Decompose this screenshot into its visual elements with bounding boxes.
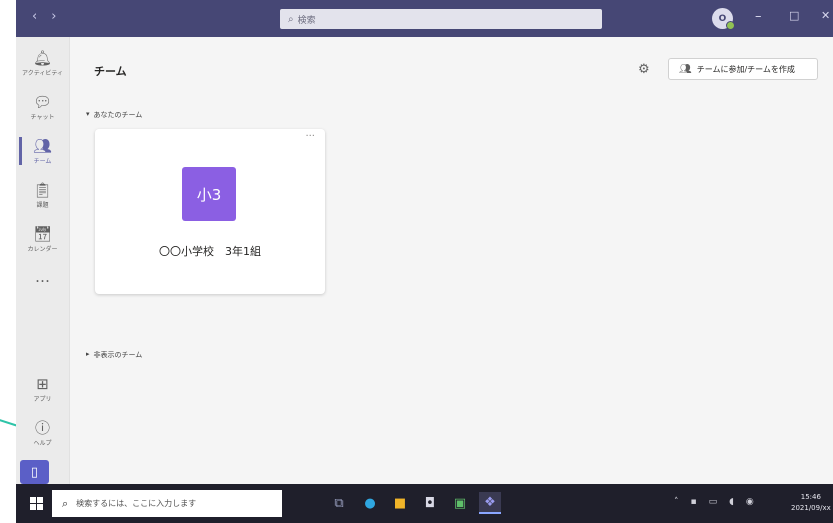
bell-icon: 🔔︎ <box>32 48 53 67</box>
apps-icon: ⊞ <box>36 374 49 393</box>
search-icon: ⌕ <box>288 13 294 25</box>
search-input[interactable]: ⌕ 検索 <box>280 9 602 29</box>
back-arrow-icon[interactable]: ‹ <box>32 9 37 24</box>
teams-app-icon[interactable]: ❖ <box>479 492 501 514</box>
windows-taskbar: ⌕ 検索するには、ここに入力します ⧉ ● ■ ◘ ▣ ❖ ˄ ▪ ▭ ◖ ◉ … <box>16 484 833 523</box>
rail-item-label: ヘルプ <box>33 439 52 447</box>
join-create-team-button[interactable]: 👥︎ チームに参加/チームを作成 <box>668 58 818 80</box>
hidden-teams-header[interactable]: ▸ 非表示のチーム <box>86 350 142 360</box>
rail-item-label: カレンダー <box>27 245 58 253</box>
rail-item-label: チャット <box>30 113 55 121</box>
rail-item-help[interactable]: ⓘ ヘルプ <box>16 411 69 455</box>
chevron-right-icon: ▸ <box>86 350 90 358</box>
rail-item-label: アプリ <box>33 395 52 403</box>
photos-icon[interactable]: ▣ <box>449 492 471 514</box>
task-view-icon[interactable]: ⧉ <box>328 492 350 514</box>
close-button[interactable]: ✕ <box>821 9 830 22</box>
taskbar-search-input[interactable]: ⌕ 検索するには、ここに入力します <box>52 490 282 517</box>
your-teams-header[interactable]: ▾ あなたのチーム <box>86 110 142 120</box>
rail-item-chat[interactable]: 💬︎ チャット <box>16 85 69 129</box>
rail-item-more[interactable]: … <box>16 255 69 299</box>
rail-item-label: チーム <box>33 157 52 165</box>
app-rail: 🔔︎ アクティビティ 💬︎ チャット 👥︎ チーム 📋︎ 課題 📅︎ カレンダー… <box>16 37 70 484</box>
rail-item-activity[interactable]: 🔔︎ アクティビティ <box>16 41 69 85</box>
rail-item-label: アクティビティ <box>22 69 63 77</box>
chat-icon: 💬︎ <box>32 92 53 111</box>
system-tray: ˄ ▪ ▭ ◖ ◉ <box>674 497 754 507</box>
notification-icon[interactable]: ◉ <box>746 497 754 507</box>
teams-icon: 👥︎ <box>32 136 53 155</box>
calendar-icon: 📅︎ <box>32 224 53 243</box>
forward-arrow-icon[interactable]: › <box>51 9 56 24</box>
join-team-icon: 👥︎ <box>679 63 692 75</box>
maximize-button[interactable]: □ <box>789 9 799 22</box>
volume-icon[interactable]: ◖ <box>729 497 734 507</box>
your-teams-label: あなたのチーム <box>93 111 143 119</box>
presence-status-icon <box>726 21 735 30</box>
more-options-icon[interactable]: ··· <box>305 131 315 142</box>
edge-browser-icon[interactable]: ● <box>359 492 381 514</box>
clock-time: 15:46 <box>800 493 821 501</box>
team-name: 〇〇小学校 3年1組 <box>159 245 261 258</box>
battery-icon[interactable]: ▭ <box>709 497 718 507</box>
chevron-up-icon[interactable]: ˄ <box>674 497 679 507</box>
join-create-team-label: チームに参加/チームを作成 <box>696 64 795 74</box>
avatar[interactable]: O <box>712 8 735 30</box>
team-tile-text: 小3 <box>196 185 222 204</box>
taskbar-search-placeholder: 検索するには、ここに入力します <box>76 499 197 508</box>
rail-item-assignments[interactable]: 📋︎ 課題 <box>16 173 69 217</box>
screen-margin <box>0 0 16 523</box>
help-icon: ⓘ <box>34 418 50 437</box>
assignments-icon: 📋︎ <box>32 180 53 199</box>
minimize-button[interactable]: – <box>755 9 762 24</box>
search-icon: ⌕ <box>62 496 69 510</box>
camera-icon[interactable]: ◘ <box>419 492 441 514</box>
phone-icon: ▯ <box>30 464 39 480</box>
network-icon[interactable]: ▪ <box>691 497 697 507</box>
mobile-device-button[interactable]: ▯ <box>20 460 49 484</box>
team-avatar-tile: 小3 <box>182 167 236 221</box>
avatar-initials: O <box>718 13 727 24</box>
title-bar: ‹ › ⌕ 検索 O – □ ✕ <box>16 0 833 37</box>
rail-item-apps[interactable]: ⊞ アプリ <box>16 367 69 411</box>
clock-date: 2021/09/xx <box>791 504 831 512</box>
hidden-teams-label: 非表示のチーム <box>93 351 143 359</box>
taskbar-clock[interactable]: 15:46 2021/09/xx <box>791 492 831 514</box>
main-content: チーム ⚙ 👥︎ チームに参加/チームを作成 ▾ あなたのチーム ··· 小3 … <box>70 37 833 484</box>
history-nav: ‹ › <box>32 9 56 24</box>
search-placeholder: 検索 <box>297 15 316 26</box>
page-title: チーム <box>94 65 127 78</box>
chevron-down-icon: ▾ <box>86 110 90 118</box>
more-icon: … <box>35 268 50 286</box>
file-explorer-icon[interactable]: ■ <box>389 492 411 514</box>
gear-icon[interactable]: ⚙ <box>638 62 650 77</box>
team-card[interactable]: ··· 小3 〇〇小学校 3年1組 <box>95 129 325 294</box>
rail-item-teams[interactable]: 👥︎ チーム <box>16 129 69 173</box>
rail-item-label: 課題 <box>36 201 49 209</box>
windows-start-icon[interactable] <box>30 497 43 510</box>
